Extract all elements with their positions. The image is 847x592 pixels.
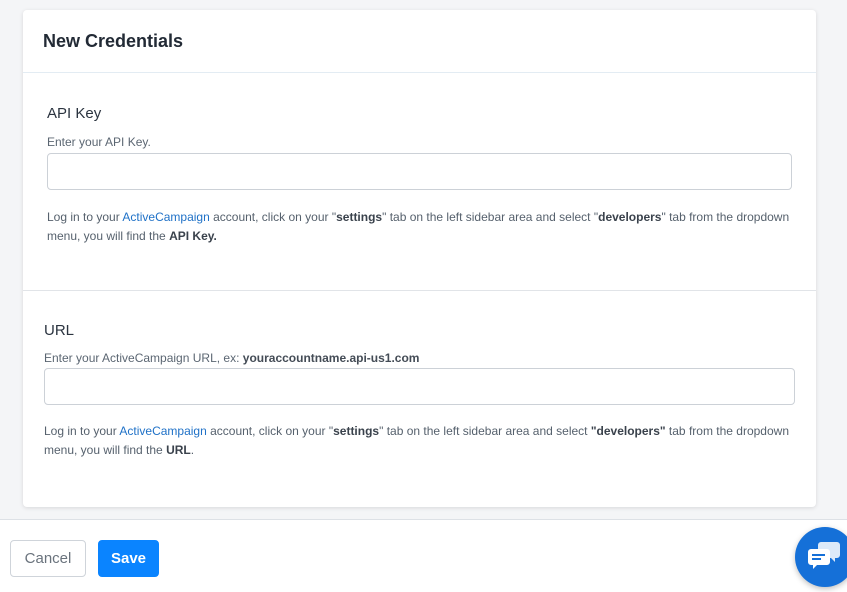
api-key-label: API Key [47,105,102,122]
help-text-segment: " tab on the left sidebar area and selec… [382,210,599,224]
url-hint: Enter your ActiveCampaign URL, ex: youra… [44,351,816,365]
help-developers-emphasis: "developers" [590,424,666,438]
help-developers-emphasis: developers [598,210,662,224]
help-text-segment: account, click on your " [206,424,334,438]
url-input[interactable] [44,368,795,405]
url-hint-text: Enter your ActiveCampaign URL, ex: [44,351,243,365]
help-text-segment: . [190,443,195,457]
help-settings-emphasis: settings [336,210,383,224]
url-label: URL [44,322,75,339]
help-text-segment: Log in to your [47,210,123,224]
page-title: New Credentials [43,30,184,51]
api-key-section: API Key Enter your API Key. Log in to yo… [23,82,816,289]
api-key-hint: Enter your API Key. [47,135,151,149]
cancel-button[interactable]: Cancel [10,540,86,577]
save-button[interactable]: Save [98,540,159,577]
card-header: New Credentials [23,10,816,73]
url-section: URL Enter your ActiveCampaign URL, ex: y… [23,291,816,460]
help-settings-emphasis: settings [333,424,380,438]
credentials-card: New Credentials API Key Enter your API K… [23,10,816,507]
help-text-segment: " tab on the left sidebar area and selec… [379,424,591,438]
chat-bubbles-icon [807,540,841,575]
help-text-segment: Log in to your [44,424,120,438]
activecampaign-link[interactable]: ActiveCampaign [122,210,209,224]
help-target-emphasis: API Key. [169,229,217,243]
activecampaign-link[interactable]: ActiveCampaign [119,424,206,438]
help-text-segment: account, click on your " [209,210,337,224]
url-help-text: Log in to your ActiveCampaign account, c… [44,422,795,460]
api-key-help-text: Log in to your ActiveCampaign account, c… [47,208,792,246]
api-key-input[interactable] [47,153,792,190]
help-target-emphasis: URL [166,443,191,457]
form-footer: Cancel Save [0,519,847,592]
chat-launcher-button[interactable] [795,527,847,587]
url-hint-example: youraccountname.api-us1.com [242,351,420,365]
